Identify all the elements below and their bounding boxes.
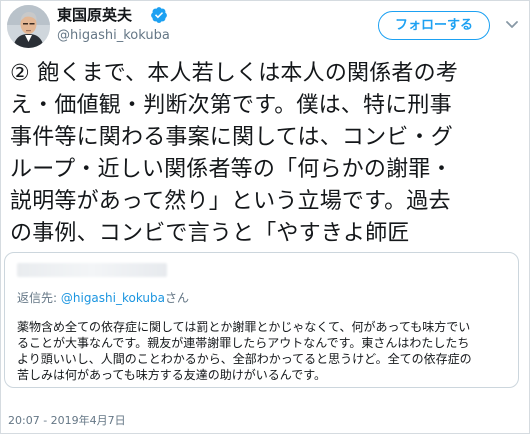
tweet-header: 東国原英夫 @higashi_kokuba フォローする [0, 0, 530, 54]
author-display-name[interactable]: 東国原英夫 [57, 6, 132, 24]
quoted-text-line: 苦しみは何があっても味方する友達の助けがいるんです。 [17, 368, 327, 382]
tweet-text: ② 飽くまで、本人若しくは本人の関係者の考 え・価値観・判断次第です。僕は、特に… [10, 58, 522, 250]
tweet-text-line: ② 飽くまで、本人若しくは本人の関係者の考 [10, 61, 459, 86]
reply-handle-link[interactable]: @higashi_kokuba [61, 291, 165, 305]
quoted-text-line: 薬物含め全ての依存症に関しては罰とか謝罪とかじゃなくて、何があっても味方でい [17, 320, 471, 334]
reply-suffix: さん [165, 291, 190, 305]
verified-badge-icon [151, 7, 167, 23]
blurred-author-name [17, 263, 167, 277]
avatar[interactable] [7, 5, 50, 48]
quoted-tweet[interactable]: 返信先: @higashi_kokubaさん 薬物含め全ての依存症に関しては罰と… [4, 252, 519, 388]
author-handle[interactable]: @higashi_kokuba [57, 28, 170, 44]
quoted-tweet-text: 薬物含め全ての依存症に関しては罰とか謝罪とかじゃなくて、何があっても味方でい る… [17, 319, 513, 383]
quoted-text-line: ることが大事なんです。親友が連帯謝罪したらアウトなんです。東さんはわたしたち [17, 336, 470, 350]
tweet-text-line: 説明等があって然り」という立場です。過去 [10, 189, 451, 214]
tweet-text-line: え・価値観・判断次第です。僕は、特に刑事 [10, 93, 452, 118]
reply-to-line: 返信先: @higashi_kokubaさん [17, 291, 189, 306]
tweet-text-line: ループ・近しい関係者等の「何らかの謝罪・ [10, 157, 453, 182]
tweet-timestamp[interactable]: 20:07 - 2019年4月7日 [8, 414, 126, 428]
tweet-text-line: の事例、コンビで言うと「やすきよ師匠 [10, 221, 410, 246]
chevron-down-icon[interactable] [504, 16, 520, 32]
tweet-text-line: 事件等に関わる事案に関しては、コンビ・グ [10, 125, 453, 150]
reply-prefix: 返信先: [17, 291, 58, 305]
follow-button[interactable]: フォローする [378, 11, 490, 40]
quoted-text-line: より頭いいし、人間のことわかるから、全部わかってると思うけど。全ての依存症の [17, 352, 472, 366]
